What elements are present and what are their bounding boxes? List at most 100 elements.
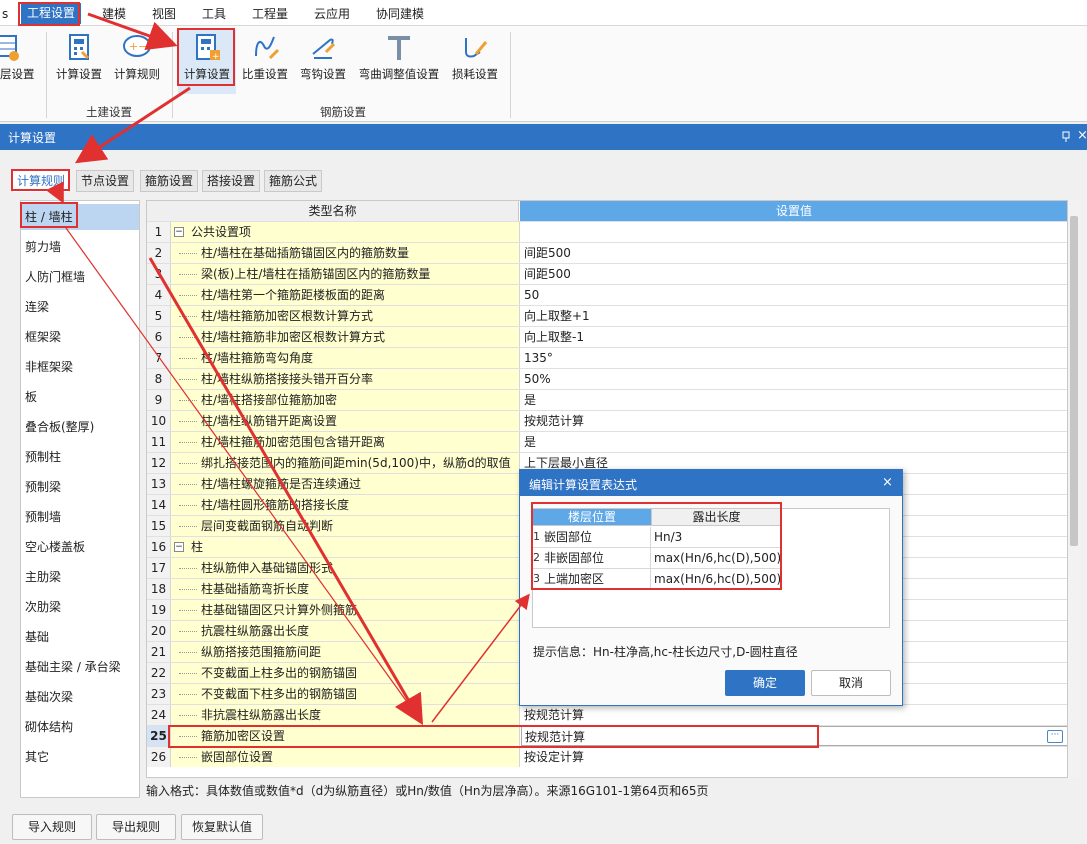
setting-value-cell[interactable] — [521, 222, 1067, 242]
nav-item-composite-slab[interactable]: 叠合板(整厚) — [21, 415, 139, 439]
nav-item-main-rib-beam[interactable]: 主肋梁 — [21, 565, 139, 589]
setting-value-cell[interactable]: 按规范计算 ··· — [521, 726, 1067, 746]
scrollbar-thumb[interactable] — [1070, 216, 1078, 546]
nav-item-precast-wall[interactable]: 预制墙 — [21, 505, 139, 529]
table-row[interactable]: 10 柱/墙柱纵筋错开距离设置 按规范计算 — [147, 410, 1067, 431]
setting-value-cell[interactable]: 间距500 — [521, 264, 1067, 284]
table-row[interactable]: 4 柱/墙柱第一个箍筋距楼板面的距离 50 — [147, 284, 1067, 305]
table-row[interactable]: 6 柱/墙柱箍筋非加密区根数计算方式 向上取整-1 — [147, 326, 1067, 347]
nav-item-coupling-beam[interactable]: 连梁 — [21, 295, 139, 319]
tab-calc-rules[interactable]: 计算规则 — [12, 170, 71, 192]
setting-value-cell[interactable]: 按规范计算 — [521, 411, 1067, 431]
table-row[interactable]: 1 嵌固部位 Hn/3 — [533, 527, 781, 548]
tree-line — [179, 306, 197, 317]
row-number: 14 — [147, 495, 171, 515]
setting-value: 间距500 — [524, 267, 571, 281]
nav-item-secondary-rib-beam[interactable]: 次肋梁 — [21, 595, 139, 619]
table-row[interactable]: 24 非抗震柱纵筋露出长度 按规范计算 — [147, 704, 1067, 725]
table-row[interactable]: 3 上端加密区 max(Hn/6,hc(D),500) — [533, 569, 781, 590]
setting-value-cell[interactable]: 135° — [521, 348, 1067, 368]
menu-collab-modeling[interactable]: 协同建模 — [376, 4, 424, 24]
collapse-toggle[interactable]: − — [174, 227, 184, 237]
menu-modeling[interactable]: 建模 — [102, 4, 126, 24]
setting-value-cell[interactable]: 按规范计算 — [521, 705, 1067, 725]
setting-value-cell[interactable]: 是 — [521, 390, 1067, 410]
pin-icon[interactable] — [1060, 131, 1072, 143]
ok-button[interactable]: 确定 — [725, 670, 805, 696]
tab-stirrup-formula[interactable]: 箍筋公式 — [264, 170, 323, 192]
row-label: 柱/墙柱搭接部位箍筋加密 — [201, 393, 338, 407]
row-number: 12 — [147, 453, 171, 473]
bend-adjustment-button[interactable]: 弯曲调整值设置 — [355, 30, 443, 94]
rebar-calc-settings-button[interactable]: + 计算设置 — [178, 30, 236, 94]
nav-item-precast-beam[interactable]: 预制梁 — [21, 475, 139, 499]
table-row[interactable]: 2 柱/墙柱在基础插筋锚固区内的箍筋数量 间距500 — [147, 242, 1067, 263]
nav-item-foundation-secondary-beam[interactable]: 基础次梁 — [21, 685, 139, 709]
row-number: 1 — [147, 222, 171, 242]
setting-value-cell[interactable]: 50 — [521, 285, 1067, 305]
table-row[interactable]: 8 柱/墙柱纵筋搭接接头错开百分率 50% — [147, 368, 1067, 389]
table-row[interactable]: 5 柱/墙柱箍筋加密区根数计算方式 向上取整+1 — [147, 305, 1067, 326]
row-label: 层间变截面钢筋自动判断 — [201, 519, 334, 533]
group-separator — [510, 32, 511, 118]
table-row[interactable]: 7 柱/墙柱箍筋弯勾角度 135° — [147, 347, 1067, 368]
menu-project-settings[interactable]: 工程设置 — [21, 3, 82, 24]
menu-cloud[interactable]: 云应用 — [314, 4, 350, 24]
type-name-cell: 柱/墙柱螺旋箍筋是否连续通过 — [171, 474, 520, 494]
nav-item-non-frame-beam[interactable]: 非框架梁 — [21, 355, 139, 379]
hook-settings-button[interactable]: 弯钩设置 — [294, 30, 352, 94]
row-label: 柱/墙柱箍筋加密范围包含错开距离 — [201, 435, 386, 449]
type-name-cell: 嵌固部位设置 — [171, 747, 520, 767]
nav-item-column[interactable]: 柱 / 墙柱 — [21, 204, 139, 230]
specific-gravity-button[interactable]: 比重设置 — [236, 30, 294, 94]
menu-view[interactable]: 视图 — [152, 4, 176, 24]
table-row[interactable]: 1− 公共设置项 — [147, 221, 1067, 242]
floor-settings-button[interactable]: 层设置 — [0, 30, 35, 94]
setting-value-cell[interactable]: 间距500 — [521, 243, 1067, 263]
menu-quantities[interactable]: 工程量 — [252, 4, 288, 24]
cancel-button[interactable]: 取消 — [811, 670, 891, 696]
table-row[interactable]: 2 非嵌固部位 max(Hn/6,hc(D),500) — [533, 548, 781, 569]
type-name-cell: 箍筋加密区设置 — [171, 726, 520, 746]
row-label: 柱/墙柱箍筋加密区根数计算方式 — [201, 309, 374, 323]
setting-value-cell[interactable]: 按设定计算 — [521, 747, 1067, 767]
table-row[interactable]: 3 梁(板)上柱/墙柱在插筋锚固区内的箍筋数量 间距500 — [147, 263, 1067, 284]
setting-value-cell[interactable]: 向上取整+1 — [521, 306, 1067, 326]
setting-value-cell[interactable]: 是 — [521, 432, 1067, 452]
menu-tools[interactable]: 工具 — [202, 4, 226, 24]
row-number: 22 — [147, 663, 171, 683]
nav-item-other[interactable]: 其它 — [21, 745, 139, 769]
nav-item-hollow-slab[interactable]: 空心楼盖板 — [21, 535, 139, 559]
nav-item-foundation-main-beam[interactable]: 基础主梁 / 承台梁 — [21, 655, 139, 679]
table-row[interactable]: 11 柱/墙柱箍筋加密范围包含错开距离 是 — [147, 431, 1067, 452]
grid-scrollbar[interactable] — [1068, 200, 1080, 778]
nav-item-slab[interactable]: 板 — [21, 385, 139, 409]
civil-calc-settings-button[interactable]: 计算设置 — [50, 30, 108, 94]
import-rules-button[interactable]: 导入规则 — [12, 814, 92, 840]
nav-item-masonry[interactable]: 砌体结构 — [21, 715, 139, 739]
popup-close-button[interactable]: × — [882, 475, 893, 490]
nav-item-precast-column[interactable]: 预制柱 — [21, 445, 139, 469]
nav-item-foundation[interactable]: 基础 — [21, 625, 139, 649]
table-row[interactable]: 25 箍筋加密区设置 按规范计算 ··· — [147, 725, 1067, 746]
dialog-close-button[interactable]: × — [1077, 128, 1087, 143]
table-row[interactable]: 9 柱/墙柱搭接部位箍筋加密 是 — [147, 389, 1067, 410]
ellipsis-button[interactable]: ··· — [1047, 730, 1063, 743]
setting-value-cell[interactable]: 50% — [521, 369, 1067, 389]
type-name-cell: 层间变截面钢筋自动判断 — [171, 516, 520, 536]
restore-defaults-button[interactable]: 恢复默认值 — [181, 814, 263, 840]
table-row[interactable]: 26 嵌固部位设置 按设定计算 — [147, 746, 1067, 767]
export-rules-button[interactable]: 导出规则 — [96, 814, 176, 840]
row-label: 柱/墙柱在基础插筋锚固区内的箍筋数量 — [201, 246, 410, 260]
setting-value-cell[interactable]: 向上取整-1 — [521, 327, 1067, 347]
tab-node-settings[interactable]: 节点设置 — [76, 170, 135, 192]
nav-item-frame-beam[interactable]: 框架梁 — [21, 325, 139, 349]
tab-lap-settings[interactable]: 搭接设置 — [202, 170, 261, 192]
nav-item-shear-wall[interactable]: 剪力墙 — [21, 235, 139, 259]
row-number: 17 — [147, 558, 171, 578]
tab-stirrup-settings[interactable]: 箍筋设置 — [140, 170, 199, 192]
loss-settings-button[interactable]: 损耗设置 — [446, 30, 504, 94]
nav-item-civil-defense-door-wall[interactable]: 人防门框墙 — [21, 265, 139, 289]
civil-calc-rules-button[interactable]: +− 计算规则 — [108, 30, 166, 94]
collapse-toggle[interactable]: − — [174, 542, 184, 552]
